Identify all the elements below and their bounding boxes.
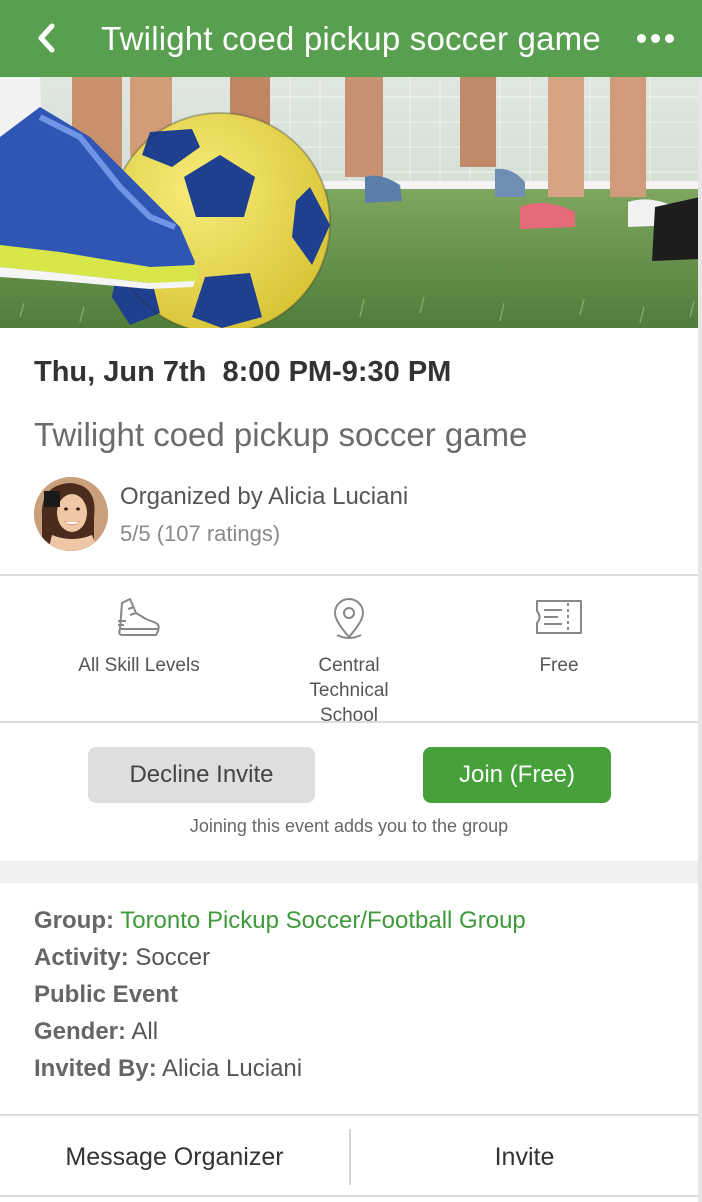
detail-label: Public Event (34, 981, 179, 1008)
event-cover-image (0, 77, 702, 328)
feature-label: Free (539, 655, 579, 676)
detail-label: Group: (34, 907, 114, 934)
event-features: All Skill Levels Central Technical Schoo… (0, 577, 698, 726)
event-info-section: Thu, Jun 7th 8:00 PM-9:30 PM Twilight co… (0, 328, 698, 576)
more-dot-icon (664, 33, 674, 43)
location-pin-icon (334, 598, 364, 639)
detail-value: Soccer (135, 944, 211, 971)
more-dot-icon (636, 33, 646, 43)
scroll-edge (698, 77, 702, 1202)
event-title: Twilight coed pickup soccer game (34, 416, 528, 453)
detail-value: Alicia Luciani (162, 1055, 303, 1082)
join-note: Joining this event adds you to the group (189, 816, 509, 836)
feature-location[interactable]: Central Technical School (244, 577, 454, 726)
join-button[interactable]: Join (Free) (423, 747, 611, 803)
detail-label: Invited By: (34, 1055, 157, 1082)
event-details: Group: Toronto Pickup Soccer/Football Gr… (0, 883, 698, 1116)
more-options-button[interactable] (630, 18, 680, 58)
section-divider (0, 861, 698, 883)
detail-activity: Activity: Soccer (34, 944, 210, 972)
detail-label: Gender: (34, 1018, 127, 1045)
bottom-bar-border (0, 1195, 698, 1197)
invite-actions: Decline Invite Join (Free) Joining this … (0, 724, 698, 861)
feature-label: All Skill Levels (78, 655, 200, 676)
top-bar: Twilight coed pickup soccer game (0, 0, 702, 77)
detail-visibility: Public Event (34, 981, 178, 1009)
detail-value: All (131, 1018, 159, 1045)
feature-price: Free (454, 577, 664, 723)
feature-label: Central Technical School (309, 655, 389, 726)
organizer-rating: 5/5 (107 ratings) (120, 521, 281, 546)
invite-button[interactable]: Invite (351, 1117, 698, 1197)
bottom-action-bar: Message Organizer Invite (0, 1117, 698, 1202)
message-organizer-button[interactable]: Message Organizer (0, 1117, 349, 1197)
detail-gender: Gender: All (34, 1018, 158, 1046)
page-title: Twilight coed pickup soccer game (101, 20, 601, 57)
organizer-avatar[interactable] (34, 477, 108, 551)
organizer-name[interactable]: Organized by Alicia Luciani (120, 483, 408, 511)
running-shoe-icon (118, 598, 160, 636)
feature-skill-level: All Skill Levels (34, 577, 244, 723)
detail-group: Group: Toronto Pickup Soccer/Football Gr… (34, 907, 526, 935)
detail-invited-by: Invited By: Alicia Luciani (34, 1055, 302, 1083)
decline-invite-button[interactable]: Decline Invite (88, 747, 315, 803)
group-link[interactable]: Toronto Pickup Soccer/Football Group (120, 907, 526, 934)
ticket-icon (536, 600, 582, 634)
detail-label: Activity: (34, 944, 129, 971)
event-datetime: Thu, Jun 7th 8:00 PM-9:30 PM (34, 356, 452, 388)
more-dot-icon (650, 33, 660, 43)
